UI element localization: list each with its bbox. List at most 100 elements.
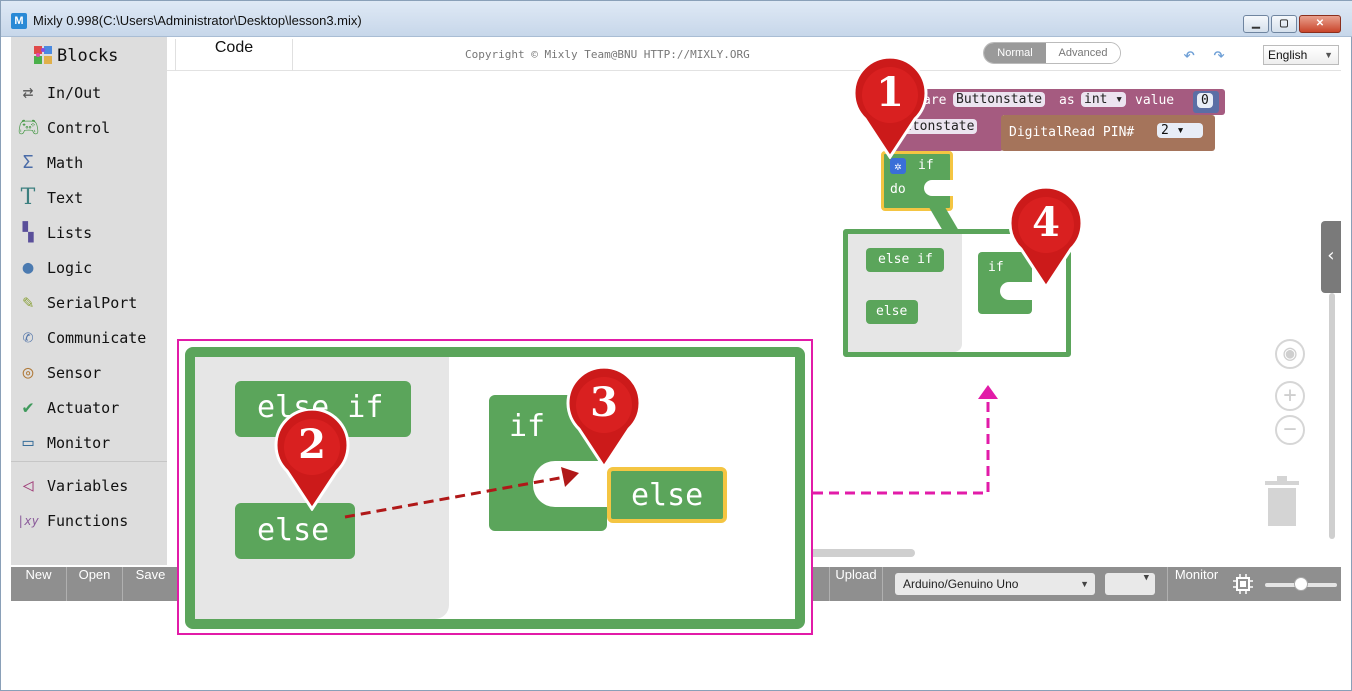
- math-icon: Σ: [22, 152, 34, 173]
- category-label: Logic: [47, 259, 93, 277]
- category-functions[interactable]: |xy Functions: [11, 505, 167, 535]
- chat-icon: ✆: [22, 327, 34, 348]
- category-label: Math: [47, 154, 84, 172]
- zoom-else-block: else: [235, 503, 355, 559]
- category-communicate[interactable]: ✆ Communicate: [11, 322, 167, 352]
- tab-bar: Code Copyright © Mixly Team@BNU HTTP://M…: [167, 37, 1341, 71]
- recenter-icon[interactable]: ◉: [1275, 339, 1305, 369]
- category-math[interactable]: Σ Math: [11, 147, 167, 177]
- text-icon: T: [20, 185, 36, 210]
- category-logic[interactable]: ● Logic: [11, 252, 167, 282]
- monitor-icon: ▭: [22, 432, 34, 453]
- open-button[interactable]: Open: [67, 567, 123, 601]
- monitor-button[interactable]: Monitor: [1167, 567, 1225, 601]
- category-serialport[interactable]: ✎ SerialPort: [11, 287, 167, 317]
- copyright-text: Copyright © Mixly Team@BNU HTTP://MIXLY.…: [465, 48, 750, 61]
- chevron-down-icon: ▼: [1080, 579, 1089, 589]
- declare-as-label: as: [1059, 93, 1075, 108]
- mode-normal-button[interactable]: Normal: [984, 43, 1046, 63]
- category-actuator[interactable]: ✔ Actuator: [11, 392, 167, 422]
- app-logo: M: [11, 13, 27, 29]
- lists-icon: ▚: [22, 222, 34, 243]
- redo-icon[interactable]: ↷: [1213, 42, 1225, 66]
- digitalread-label: DigitalRead PIN#: [1009, 125, 1135, 140]
- actuator-icon: ✔: [22, 397, 34, 418]
- category-sensor[interactable]: ◎ Sensor: [11, 357, 167, 387]
- zoom-out-icon[interactable]: −: [1275, 415, 1305, 445]
- undo-icon[interactable]: ↶: [1183, 42, 1195, 66]
- mode-advanced-button[interactable]: Advanced: [1046, 43, 1120, 63]
- else-label: else: [876, 304, 908, 319]
- chevron-down-icon: ▼: [1324, 50, 1333, 60]
- board-value: Arduino/Genuino Uno: [903, 577, 1019, 591]
- bulb-icon: ●: [22, 257, 34, 278]
- zoom-in-icon[interactable]: +: [1275, 381, 1305, 411]
- minimize-icon[interactable]: ▁: [1243, 15, 1269, 33]
- annotation-label-4: 4: [1032, 199, 1060, 246]
- category-control[interactable]: 🎮︎ Control: [11, 112, 167, 142]
- category-variables[interactable]: ◁ Variables: [11, 470, 167, 500]
- zoom-dropped-else-block: else: [607, 467, 727, 523]
- trash-icon[interactable]: [1263, 475, 1301, 527]
- category-label: Lists: [47, 224, 93, 242]
- sensor-icon: ◎: [22, 362, 34, 383]
- annotation-label-1: 1: [876, 69, 904, 116]
- category-label: Actuator: [47, 399, 120, 417]
- number-value[interactable]: 0: [1197, 93, 1213, 108]
- sidebar-toggle-icon[interactable]: ‹: [1321, 221, 1341, 293]
- mutator-else-block[interactable]: else: [866, 300, 918, 324]
- toolbox-header: Blocks: [11, 37, 167, 73]
- chip-icon[interactable]: [1233, 574, 1253, 594]
- tab-code[interactable]: Code: [175, 39, 293, 71]
- do-label: do: [890, 182, 906, 197]
- declare-value-label: value: [1135, 93, 1175, 108]
- category-label: SerialPort: [47, 294, 138, 312]
- port-select[interactable]: ▼: [1105, 573, 1155, 595]
- upload-button[interactable]: Upload: [829, 567, 883, 601]
- gear-icon[interactable]: ✲: [890, 158, 906, 174]
- title-bar: M Mixly 0.998(C:\Users\Administrator\Des…: [1, 1, 1352, 37]
- category-label: Monitor: [47, 434, 111, 452]
- annotation-label-2: 2: [298, 421, 326, 468]
- zoom-if-label: if: [509, 409, 546, 444]
- board-select[interactable]: Arduino/Genuino Uno ▼: [895, 573, 1095, 595]
- functions-icon: |xy: [17, 514, 39, 528]
- else-if-label: else if: [878, 252, 933, 267]
- category-lists[interactable]: ▚ Lists: [11, 217, 167, 247]
- if-label: if: [988, 260, 1004, 275]
- callout-arrow: [813, 385, 998, 495]
- category-monitor[interactable]: ▭ Monitor: [11, 427, 167, 457]
- mode-toggle[interactable]: Normal Advanced: [983, 42, 1121, 64]
- zoom-else-label: else: [257, 513, 330, 548]
- window-title: Mixly 0.998(C:\Users\Administrator\Deskt…: [33, 13, 362, 28]
- toolbox-separator: [11, 461, 167, 462]
- close-icon[interactable]: ✕: [1299, 15, 1341, 33]
- declare-variable-name[interactable]: Buttonstate: [953, 92, 1046, 107]
- vertical-scrollbar[interactable]: [1329, 293, 1335, 539]
- pin-dropdown[interactable]: 2 ▾: [1157, 123, 1203, 138]
- pen-icon: ✎: [22, 292, 34, 313]
- digitalread-block[interactable]: DigitalRead PIN# 2 ▾: [1001, 115, 1215, 151]
- category-label: Sensor: [47, 364, 102, 382]
- arrows-icon: ⇄: [22, 82, 34, 103]
- category-label: Variables: [47, 477, 129, 495]
- language-select[interactable]: English ▼: [1263, 45, 1339, 65]
- if-label: if: [918, 158, 934, 173]
- zoom-slider-handle[interactable]: [1294, 577, 1308, 591]
- category-text[interactable]: T Text: [11, 182, 167, 212]
- mutator-else-if-block[interactable]: else if: [866, 248, 944, 272]
- zoom-dropped-else-label: else: [631, 478, 704, 513]
- declare-type-dropdown[interactable]: int ▾: [1081, 92, 1127, 107]
- maximize-icon[interactable]: ▢: [1271, 15, 1297, 33]
- horizontal-scrollbar[interactable]: [807, 549, 915, 557]
- new-button[interactable]: New: [11, 567, 67, 601]
- category-in-out[interactable]: ⇄ In/Out: [11, 77, 167, 107]
- declare-variable-block[interactable]: are Buttonstate as int ▾ value 0: [887, 89, 1225, 115]
- number-block[interactable]: 0: [1193, 91, 1219, 113]
- category-label: In/Out: [47, 84, 102, 102]
- gamepad-icon: 🎮︎: [17, 117, 40, 138]
- toolbox-title: Blocks: [57, 46, 119, 66]
- toolbox: Blocks ⇄ In/Out 🎮︎ Control Σ Math T Text…: [11, 37, 167, 565]
- save-button[interactable]: Save: [123, 567, 179, 601]
- language-value: English: [1268, 48, 1308, 62]
